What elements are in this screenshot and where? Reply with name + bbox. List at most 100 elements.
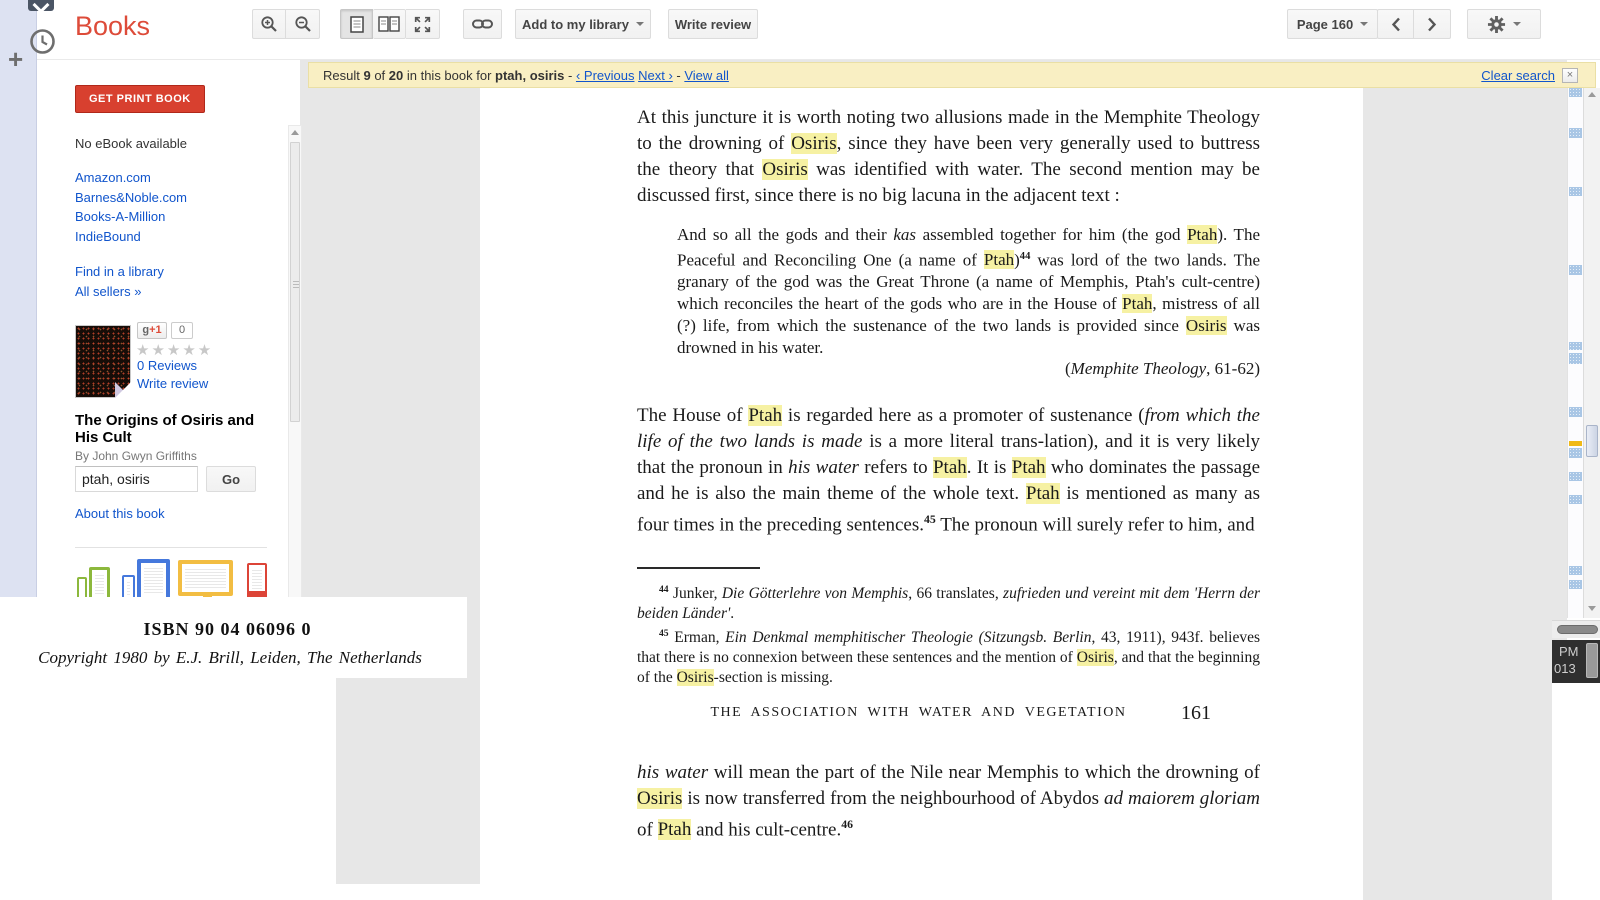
write-review-link[interactable]: Write review xyxy=(137,376,208,391)
page-paragraph: At this juncture it is worth noting two … xyxy=(637,105,1260,209)
search-result-text: Result 9 of 20 in this book for ptah, os… xyxy=(323,68,729,83)
result-marker[interactable] xyxy=(1569,566,1582,575)
zoom-out-icon xyxy=(294,15,312,33)
copyright-text: Copyright 1980 by E.J. Brill, Leiden, Th… xyxy=(0,648,460,668)
popup-line-1: PM xyxy=(1559,644,1579,659)
device-monitor-yellow-icon xyxy=(178,560,233,596)
find-in-library-link[interactable]: Find in a library xyxy=(75,264,164,279)
footnote-44: 44 Junker, Die Götterlehre von Memphis, … xyxy=(637,580,1260,624)
scroll-up-icon[interactable] xyxy=(1588,92,1596,97)
book-author: By John Gwyn Griffiths xyxy=(75,449,197,463)
clock-icon[interactable] xyxy=(29,28,56,55)
device-tablet-green-icon xyxy=(89,567,110,601)
link-button[interactable] xyxy=(463,9,502,39)
datetime-popup: PM 013 xyxy=(1552,640,1600,683)
page-paragraph: his water will mean the part of the Nile… xyxy=(637,760,1260,843)
horizontal-scrollbar-thumb[interactable] xyxy=(1557,625,1598,634)
previous-result-link[interactable]: ‹ Previous xyxy=(576,68,635,83)
buy-link-booksamillion[interactable]: Books-A-Million xyxy=(75,209,165,224)
chevron-down-icon xyxy=(1360,22,1368,26)
books-logo[interactable]: Books xyxy=(75,11,150,42)
single-page-view-button[interactable] xyxy=(340,9,373,39)
two-page-view-button[interactable] xyxy=(373,9,406,39)
no-ebook-label: No eBook available xyxy=(75,136,187,151)
page-snippet-overlay: ISBN 90 04 06096 0 Copyright 1980 by E.J… xyxy=(0,597,467,678)
link-icon xyxy=(472,18,493,30)
envelope-icon[interactable] xyxy=(28,0,54,11)
fullscreen-icon xyxy=(414,16,431,33)
scroll-down-icon[interactable] xyxy=(1588,606,1596,611)
next-result-link[interactable]: Next › xyxy=(638,68,673,83)
chevron-down-icon xyxy=(636,22,644,26)
write-review-button[interactable]: Write review xyxy=(668,9,758,39)
book-cover-thumbnail[interactable] xyxy=(75,325,131,398)
search-result-bar: Result 9 of 20 in this book for ptah, os… xyxy=(308,62,1596,88)
horizontal-scrollbar[interactable] xyxy=(1552,620,1600,638)
add-to-library-label: Add to my library xyxy=(522,17,629,32)
result-marker[interactable] xyxy=(1569,580,1582,589)
main-scrollbar-thumb[interactable] xyxy=(1586,425,1598,457)
result-marker[interactable] xyxy=(1569,128,1582,138)
close-icon[interactable]: × xyxy=(1562,68,1578,83)
two-page-icon xyxy=(378,16,400,32)
buy-link-indiebound[interactable]: IndieBound xyxy=(75,229,141,244)
fullscreen-button[interactable] xyxy=(406,9,440,39)
get-print-book-button[interactable]: GET PRINT BOOK xyxy=(75,85,205,113)
result-marker[interactable] xyxy=(1569,472,1582,481)
plus-icon[interactable]: + xyxy=(8,50,28,70)
footnote-45: 45 Erman, Ein Denkmal memphitischer Theo… xyxy=(637,624,1260,688)
result-marker[interactable] xyxy=(1569,353,1582,364)
sidebar-scrollbar-thumb[interactable] xyxy=(290,142,300,422)
view-all-link[interactable]: View all xyxy=(684,68,729,83)
sidebar-scrollbar[interactable] xyxy=(288,125,302,618)
go-button[interactable]: Go xyxy=(206,466,256,492)
buy-link-barnesnoble[interactable]: Barnes&Noble.com xyxy=(75,190,187,205)
plus-one-button[interactable]: g+1 xyxy=(137,322,167,339)
result-marker[interactable] xyxy=(1569,187,1582,196)
about-this-book-link[interactable]: About this book xyxy=(75,506,165,521)
gear-icon xyxy=(1487,15,1506,34)
scroll-up-icon[interactable] xyxy=(291,130,299,135)
search-in-book-input[interactable] xyxy=(75,466,198,492)
page-snippet-overlay-body xyxy=(0,678,336,900)
isbn-text: ISBN 90 04 06096 0 xyxy=(0,619,455,640)
page-paragraph: The House of Ptah is regarded here as a … xyxy=(637,403,1260,538)
current-result-marker[interactable] xyxy=(1569,441,1582,446)
result-marker[interactable] xyxy=(1569,495,1582,504)
page-select-dropdown[interactable]: Page 160 xyxy=(1287,9,1378,39)
zoom-out-button[interactable] xyxy=(286,9,320,39)
zoom-in-button[interactable] xyxy=(252,9,286,39)
result-marker[interactable] xyxy=(1569,88,1582,97)
popup-line-2: 013 xyxy=(1554,661,1576,676)
result-marker[interactable] xyxy=(1569,265,1582,275)
result-marker[interactable] xyxy=(1569,448,1582,458)
main-scrollbar[interactable] xyxy=(1583,88,1600,618)
clear-search-link[interactable]: Clear search xyxy=(1481,68,1555,83)
left-rail xyxy=(0,0,37,597)
rating-stars[interactable]: ★★★★★ xyxy=(136,341,213,359)
device-tablet-blue-icon xyxy=(137,559,170,601)
buy-link-amazon[interactable]: Amazon.com xyxy=(75,170,151,185)
chevron-down-icon xyxy=(1513,22,1521,26)
device-ereader-red-icon xyxy=(247,563,267,600)
previous-page-button[interactable] xyxy=(1377,9,1414,39)
search-marker-strip xyxy=(1567,88,1583,618)
bottom-right-panel xyxy=(1552,683,1600,900)
result-marker[interactable] xyxy=(1569,407,1582,417)
running-head-title: THE ASSOCIATION WITH WATER AND VEGETATIO… xyxy=(637,705,1260,721)
quote-attribution: (Memphite Theology, 61-62) xyxy=(677,358,1260,380)
chevron-left-icon xyxy=(1391,17,1401,32)
all-sellers-link[interactable]: All sellers » xyxy=(75,284,141,299)
top-toolbar: Books Add to my library Write review Pag… xyxy=(37,0,1600,60)
plus-one-count: 0 xyxy=(171,322,193,339)
separator: - xyxy=(673,68,685,83)
plus-one-label: +1 xyxy=(149,324,162,336)
next-page-button[interactable] xyxy=(1414,9,1451,39)
settings-button[interactable] xyxy=(1467,9,1541,39)
book-title: The Origins of Osiris and His Cult xyxy=(75,412,280,446)
reviews-link[interactable]: 0 Reviews xyxy=(137,358,197,373)
add-to-library-button[interactable]: Add to my library xyxy=(515,9,651,39)
result-marker[interactable] xyxy=(1569,342,1582,350)
single-page-icon xyxy=(350,16,364,33)
block-quote: And so all the gods and their kas assemb… xyxy=(677,224,1260,358)
